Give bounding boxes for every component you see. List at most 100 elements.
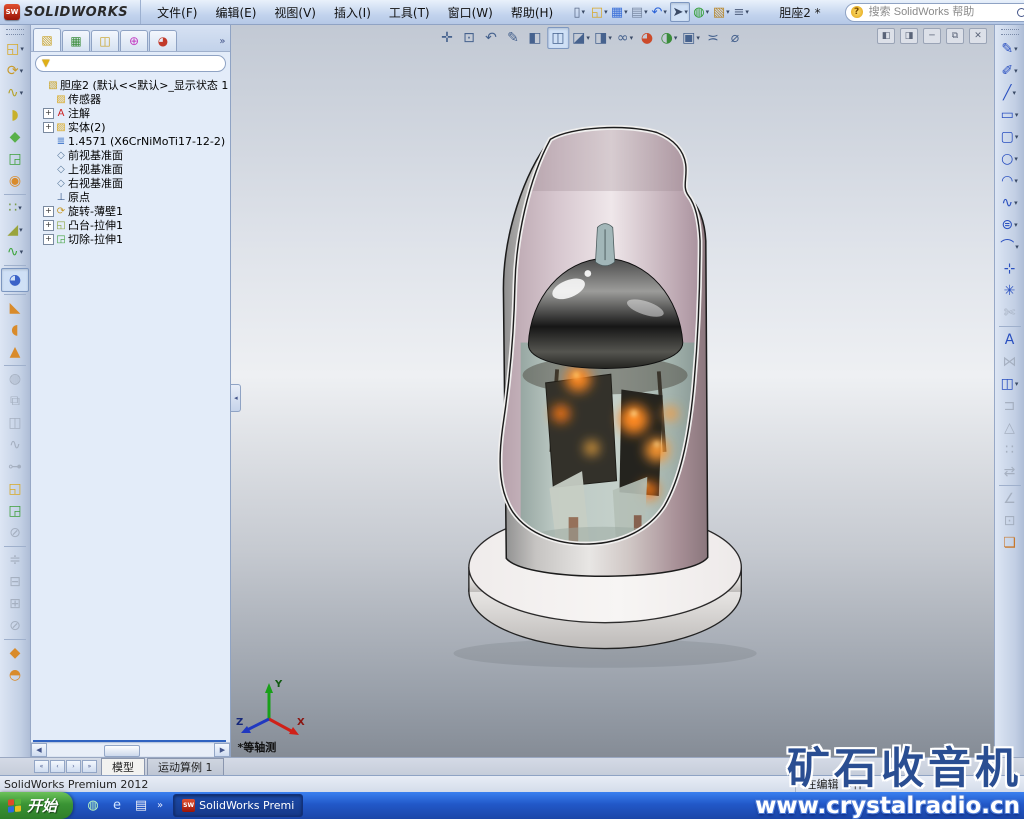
tree-item-solid-bodies[interactable]: + ▨ 实体(2) (35, 120, 228, 134)
tree-expander-icon[interactable]: + (43, 122, 54, 133)
panel-horizontal-scrollbar[interactable]: ◀ ▶ (31, 742, 230, 757)
tree-item-revolve-thin[interactable]: + ⟳ 旋转-薄壁1 (35, 204, 228, 218)
rib-icon[interactable]: ▲ (2, 341, 28, 363)
select-icon[interactable]: ➤▾ (670, 2, 690, 22)
tree-expander-icon[interactable]: + (43, 206, 54, 217)
panel-collapse-handle[interactable]: ◂ (231, 384, 241, 412)
measure-icon[interactable]: ⌀ (725, 28, 745, 48)
tree-item-right-plane[interactable]: + ◇ 右视基准面 (35, 176, 228, 190)
tab-dimxpertmanager[interactable]: ⊕ (120, 30, 148, 51)
tree-expander-icon[interactable]: + (43, 108, 54, 119)
toolbar-grip[interactable] (1001, 29, 1019, 35)
file-properties-icon[interactable]: ▧▾ (712, 3, 730, 21)
chamfer-icon[interactable]: ◣ (2, 297, 28, 319)
tab-model[interactable]: 模型 (101, 758, 145, 775)
tree-item-origin[interactable]: + ⊥ 原点 (35, 190, 228, 204)
tab-motion-study[interactable]: 运动算例 1 (147, 758, 224, 775)
tab-configurationmanager[interactable]: ◫ (91, 30, 119, 51)
intersect-icon[interactable]: ⧉ (2, 390, 28, 412)
pane-right-icon[interactable]: ◨ (900, 28, 918, 44)
tab-propertymanager[interactable]: ▦ (62, 30, 90, 51)
sketch-fillet-icon[interactable]: ⌒ ▾ (997, 236, 1023, 258)
undercut-analysis-icon[interactable]: ⊘ (2, 615, 28, 637)
taskbar-task-solidworks[interactable]: SW SolidWorks Premi... (173, 794, 303, 817)
mirror-entities-icon[interactable]: ⋈ (997, 351, 1023, 373)
convert-entities-icon[interactable]: ◫ ▾ (997, 373, 1023, 395)
tree-item-cut-extrude[interactable]: + ◲ 切除-拉伸1 (35, 232, 228, 246)
doc-minimize-icon[interactable]: ─ (923, 28, 941, 44)
print-icon[interactable]: ▤▾ (630, 3, 648, 21)
open-icon[interactable]: ◱▾ (590, 3, 608, 21)
display-style-icon[interactable]: ◪ ▾ (571, 28, 591, 48)
extruded-surface-icon[interactable]: ◱ (2, 478, 28, 500)
extruded-cut-icon[interactable]: ◲ (2, 148, 28, 170)
tabnav-prev[interactable]: ‹ (50, 760, 65, 773)
display-mode-icon[interactable]: ◨ ▾ (593, 28, 613, 48)
menu-item[interactable]: 插入(I) (326, 2, 379, 23)
deform-icon[interactable]: ◆ (2, 642, 28, 664)
slot-icon[interactable]: ▢ ▾ (997, 126, 1023, 148)
scales-icon[interactable]: ≍ (703, 28, 723, 48)
doc-close-icon[interactable]: ✕ (969, 28, 987, 44)
arc-icon[interactable]: ◠ ▾ (997, 170, 1023, 192)
star-pattern-icon[interactable]: ✳ (997, 280, 1023, 302)
move-entities-icon[interactable]: ⇄ (997, 461, 1023, 483)
tree-item-boss-extrude[interactable]: + ◱ 凸台-拉伸1 (35, 218, 228, 232)
linear-pattern-icon[interactable]: ∷ ▾ (2, 197, 28, 219)
menu-item[interactable]: 帮助(H) (503, 2, 561, 23)
save-icon[interactable]: ▦▾ (610, 3, 628, 21)
tree-item-front-plane[interactable]: + ◇ 前视基准面 (35, 148, 228, 162)
view-settings-icon[interactable]: ▣ ▾ (681, 28, 701, 48)
flex-icon[interactable]: ∿ ▾ (2, 241, 28, 263)
tab-displaymanager[interactable]: ◕ (149, 30, 177, 51)
curves-icon[interactable]: ∿ (2, 434, 28, 456)
sketch-picture-icon[interactable]: ❏ (997, 532, 1023, 554)
shell-icon[interactable]: ◖ (2, 319, 28, 341)
apply-scene-icon[interactable]: ◑ ▾ (659, 28, 679, 48)
trim-entities-icon[interactable]: ✄ (997, 302, 1023, 324)
zoom-to-fit-icon[interactable]: ✛ (437, 28, 457, 48)
tree-item-root[interactable]: + ▧ 胆座2 (默认<<默认>_显示状态 1 (35, 78, 228, 92)
section-view-icon[interactable]: ◧ (525, 28, 545, 48)
tabnav-next[interactable]: › (66, 760, 81, 773)
3d-drawing-view-icon[interactable]: ✎ (503, 28, 523, 48)
tree-item-top-plane[interactable]: + ◇ 上视基准面 (35, 162, 228, 176)
options-icon[interactable]: ≡▾ (732, 3, 750, 21)
menu-item[interactable]: 工具(T) (381, 2, 438, 23)
quicklaunch-globe-icon[interactable]: ◍ (84, 797, 102, 815)
thicken-icon[interactable]: ≑ (2, 549, 28, 571)
graphics-viewport[interactable]: ✛ ⊡ ↶ ✎ (231, 25, 994, 757)
boundary-boss-icon[interactable]: ◆ (2, 126, 28, 148)
scrollbar-track[interactable] (47, 744, 214, 756)
tree-expander-icon[interactable]: + (43, 220, 54, 231)
menu-item[interactable]: 编辑(E) (207, 2, 264, 23)
model-3d-view[interactable] (231, 25, 994, 757)
tree-item-sensors[interactable]: + ▨ 传感器 (35, 92, 228, 106)
swept-boss-icon[interactable]: ∿ ▾ (2, 82, 28, 104)
display-relations-icon[interactable]: ∠ (997, 488, 1023, 510)
lofted-boss-icon[interactable]: ◗ (2, 104, 28, 126)
doc-restore-icon[interactable]: ⧉ (946, 28, 964, 44)
tabs-overflow-icon[interactable]: » (219, 36, 228, 51)
dome-icon[interactable]: ◓ (2, 664, 28, 686)
undo-icon[interactable]: ↶▾ (650, 3, 668, 21)
view-orientation-icon[interactable]: ◫ (547, 27, 569, 49)
mirror-sketch-icon[interactable]: △ (997, 417, 1023, 439)
search-input[interactable] (867, 5, 1013, 19)
quicklaunch-notes-icon[interactable]: ▤ (132, 797, 150, 815)
previous-view-icon[interactable]: ↶ (481, 28, 501, 48)
help-search-box[interactable]: ? ▾ (845, 3, 1024, 22)
linear-sketch-pattern-icon[interactable]: ∷ (997, 439, 1023, 461)
quicklaunch-overflow-icon[interactable]: » (157, 800, 163, 811)
hide-show-items-icon[interactable]: ∞ ▾ (615, 28, 635, 48)
extruded-boss-icon[interactable]: ◱ ▾ (2, 38, 28, 60)
spline-icon[interactable]: ∿ ▾ (997, 192, 1023, 214)
draft-analysis-icon[interactable]: ⊞ (2, 593, 28, 615)
tree-item-annotations[interactable]: + A 注解 (35, 106, 228, 120)
circle-icon[interactable]: ○ ▾ (997, 148, 1023, 170)
quicklaunch-browser-icon[interactable]: e (108, 797, 126, 815)
instant3d-icon[interactable]: ⊶ (2, 456, 28, 478)
knit-surface-icon[interactable]: ◲ (2, 500, 28, 522)
fillet-icon[interactable]: ◕ (1, 268, 29, 292)
smart-dimension-icon[interactable]: ✐ ▾ (997, 60, 1023, 82)
